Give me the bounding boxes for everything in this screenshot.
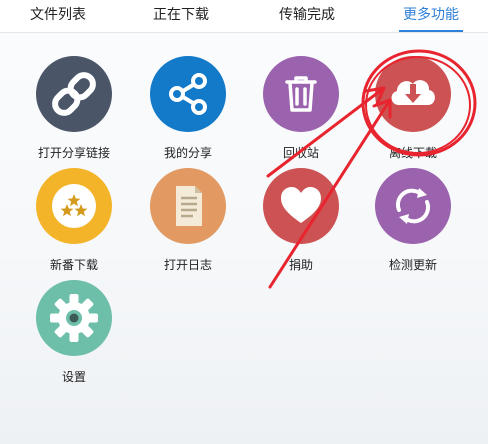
feature-icon-circle (36, 280, 112, 356)
heart-icon (281, 187, 321, 223)
feature-label: 我的分享 (163, 146, 212, 160)
feature-check-update[interactable]: 检测更新 (358, 168, 468, 286)
tab-more-features[interactable]: 更多功能 (399, 0, 463, 32)
document-icon (176, 186, 202, 226)
cloud-download-icon (391, 80, 435, 105)
feature-open-log[interactable]: 打开日志 (133, 168, 243, 286)
gear-icon (50, 294, 98, 342)
feature-icon-circle (263, 168, 339, 244)
feature-icon-circle (263, 56, 339, 132)
tab-label: 正在下载 (153, 7, 209, 23)
feature-label: 设置 (61, 370, 86, 384)
feature-label: 离线下载 (388, 146, 437, 160)
tab-label: 更多功能 (403, 7, 459, 23)
tab-bar: 文件列表 正在下载 传输完成 更多功能 (0, 0, 488, 33)
tab-file-list[interactable]: 文件列表 (28, 0, 88, 32)
feature-label: 回收站 (282, 146, 319, 160)
feature-settings[interactable]: 设置 (19, 280, 129, 398)
feature-donate[interactable]: 捐助 (246, 168, 356, 286)
share-icon (169, 73, 207, 115)
feature-icon-circle (36, 56, 112, 132)
tab-completed[interactable]: 传输完成 (277, 0, 337, 32)
feature-label: 打开分享链接 (37, 146, 110, 160)
tab-downloading[interactable]: 正在下载 (151, 0, 211, 32)
feature-icon-circle (150, 56, 226, 132)
tab-active-indicator (399, 30, 463, 32)
stars-icon (52, 184, 96, 228)
refresh-icon (395, 188, 431, 224)
feature-recycle-bin[interactable]: 回收站 (246, 56, 356, 174)
trash-icon (285, 76, 317, 112)
tab-label: 传输完成 (279, 7, 335, 23)
feature-offline-download[interactable]: 离线下载 (358, 56, 468, 174)
feature-label: 检测更新 (388, 258, 437, 272)
feature-label: 捐助 (288, 258, 313, 272)
feature-anime-download[interactable]: 新番下载 (19, 168, 129, 286)
feature-open-share-link[interactable]: 打开分享链接 (19, 56, 129, 174)
feature-label: 打开日志 (163, 258, 212, 272)
tab-label: 文件列表 (30, 7, 86, 23)
feature-my-shares[interactable]: 我的分享 (133, 56, 243, 174)
feature-icon-circle (36, 168, 112, 244)
feature-label: 新番下载 (49, 258, 98, 272)
feature-icon-circle (375, 56, 451, 132)
feature-icon-circle (150, 168, 226, 244)
feature-icon-circle (375, 168, 451, 244)
link-icon (52, 72, 96, 116)
